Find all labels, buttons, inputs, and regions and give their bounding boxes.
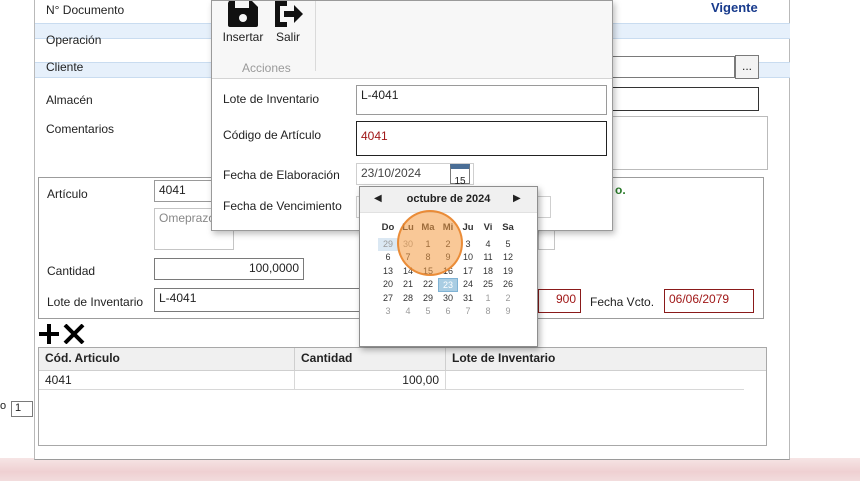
dialog-code-label: Código de Artículo: [223, 128, 322, 142]
calendar-day-selected[interactable]: 23: [438, 278, 458, 292]
calendar-day[interactable]: 4: [398, 305, 418, 319]
next-month-icon[interactable]: ▶: [513, 193, 521, 204]
elaboration-date-field-edge[interactable]: 900: [538, 289, 581, 313]
calendar-day[interactable]: 19: [498, 265, 518, 279]
calendar-day[interactable]: 9: [498, 305, 518, 319]
dialog-lot-field[interactable]: L-4041: [356, 85, 607, 115]
calendar-day[interactable]: 17: [458, 265, 478, 279]
calendar-day[interactable]: 18: [478, 265, 498, 279]
calendar-header: ◀ octubre de 2024 ▶: [360, 187, 537, 213]
insert-button[interactable]: Insertar: [220, 1, 266, 45]
column-header-lot[interactable]: Lote de Inventario: [446, 348, 744, 370]
dialog-elaboration-date-value: 23/10/2024: [361, 166, 422, 180]
desktop-background: [0, 458, 860, 481]
calendar-day[interactable]: 25: [478, 278, 498, 292]
pager-label-fragment: o: [0, 400, 7, 412]
save-icon: [228, 1, 258, 27]
add-item-icon[interactable]: [39, 324, 59, 344]
cell-code: 4041: [39, 371, 295, 389]
exit-icon: [275, 1, 303, 27]
calendar-dropdown-icon[interactable]: 15: [450, 164, 470, 187]
article-status-fragment: o.: [615, 183, 626, 197]
calendar-week-row: 20 21 22 23 24 25 26: [378, 278, 538, 292]
calendar-day[interactable]: 12: [498, 251, 518, 265]
calendar-day[interactable]: 2: [498, 292, 518, 306]
remove-item-icon[interactable]: [63, 324, 85, 344]
status-badge: Vigente: [711, 0, 758, 15]
items-grid[interactable]: Cód. Articulo Cantidad Lote de Inventari…: [38, 347, 767, 446]
dialog-lot-label: Lote de Inventario: [223, 92, 320, 106]
client-browse-button[interactable]: ...: [735, 55, 759, 79]
lot-label: Lote de Inventario: [47, 295, 144, 309]
dialog-code-field[interactable]: 4041: [356, 121, 607, 156]
calendar-week-row: 3 4 5 6 7 8 9: [378, 305, 538, 319]
calendar-day[interactable]: 11: [478, 251, 498, 265]
calendar-day[interactable]: 24: [458, 278, 478, 292]
quantity-field[interactable]: 100,0000: [154, 258, 304, 280]
calendar-day[interactable]: 31: [458, 292, 478, 306]
dialog-expiry-label: Fecha de Vencimiento: [223, 199, 342, 213]
expiry-date-label: Fecha Vcto.: [590, 295, 655, 309]
cell-lot: [446, 371, 744, 389]
calendar-day[interactable]: 8: [478, 305, 498, 319]
quantity-label: Cantidad: [47, 264, 96, 278]
pager-input[interactable]: 1: [11, 401, 33, 417]
exit-button-label: Salir: [275, 30, 300, 44]
calendar-day[interactable]: 28: [398, 292, 418, 306]
calendar-day[interactable]: 1: [478, 292, 498, 306]
calendar-week-row: 13 14 15 16 17 18 19: [378, 265, 538, 279]
grid-header-row: Cód. Articulo Cantidad Lote de Inventari…: [39, 348, 766, 371]
calendar-day[interactable]: 20: [378, 278, 398, 292]
column-header-quantity[interactable]: Cantidad: [295, 348, 446, 370]
warehouse-label: Almacén: [46, 93, 93, 107]
article-description-field-edge: [538, 228, 555, 250]
calendar-day[interactable]: 6: [438, 305, 458, 319]
warehouse-field[interactable]: [611, 87, 759, 111]
document-number-label: N° Documento: [46, 3, 125, 17]
calendar-day[interactable]: 21: [398, 278, 418, 292]
weekday-header: Do: [381, 222, 395, 233]
weekday-header: Vi: [483, 222, 493, 233]
comments-textarea[interactable]: [611, 116, 768, 170]
client-label: Cliente: [46, 60, 84, 74]
calendar-week-row: 27 28 29 30 31 1 2: [378, 292, 538, 306]
ribbon-divider: [315, 1, 316, 71]
article-label: Artículo: [47, 187, 88, 201]
calendar-day[interactable]: 4: [478, 238, 498, 252]
expiry-date-field[interactable]: 06/06/2079: [664, 289, 754, 313]
calendar-day[interactable]: 13: [378, 265, 398, 279]
calendar-day[interactable]: 30: [438, 292, 458, 306]
cell-quantity: 100,00: [295, 371, 446, 389]
table-row[interactable]: 4041 100,00: [39, 371, 744, 390]
calendar-month-title[interactable]: octubre de 2024: [360, 193, 537, 205]
click-indicator: [397, 210, 463, 276]
actions-group-label: Acciones: [242, 61, 291, 75]
add-remove-toolbar: [39, 324, 85, 344]
calendar-day[interactable]: 5: [418, 305, 438, 319]
calendar-day[interactable]: 6: [378, 251, 398, 265]
calendar-day[interactable]: 5: [498, 238, 518, 252]
dialog-ribbon: Insertar Salir Acciones: [212, 1, 612, 79]
weekday-header: Sa: [502, 222, 514, 233]
dialog-elaboration-label: Fecha de Elaboración: [223, 168, 340, 182]
background-window-edge: [0, 0, 34, 460]
lot-field[interactable]: L-4041: [154, 288, 360, 312]
calendar-day[interactable]: 22: [418, 278, 438, 292]
calendar-day[interactable]: 3: [378, 305, 398, 319]
operation-label: Operación: [46, 33, 102, 47]
client-field[interactable]: [611, 56, 735, 78]
comments-label: Comentarios: [46, 122, 115, 136]
calendar-day[interactable]: 29: [418, 292, 438, 306]
calendar-day[interactable]: 7: [458, 305, 478, 319]
calendar-day[interactable]: 26: [498, 278, 518, 292]
calendar-day[interactable]: 29: [378, 237, 398, 251]
column-header-code[interactable]: Cód. Articulo: [39, 348, 295, 370]
calendar-day[interactable]: 27: [378, 292, 398, 306]
exit-button[interactable]: Salir: [270, 1, 306, 45]
insert-button-label: Insertar: [222, 30, 264, 44]
